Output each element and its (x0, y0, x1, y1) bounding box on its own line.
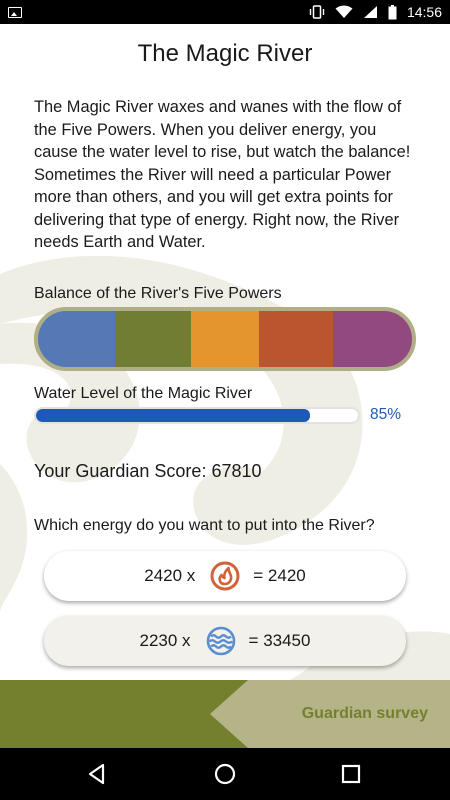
balance-label: Balance of the River's Five Powers (34, 285, 282, 302)
water-level-fill (36, 409, 310, 422)
home-icon[interactable] (212, 761, 238, 787)
guardian-score: Your Guardian Score: 67810 (34, 461, 262, 481)
signal-icon (363, 6, 377, 18)
balance-segment-fire (191, 311, 259, 367)
water-level-percent: 85% (370, 406, 402, 423)
clock: 14:56 (406, 4, 442, 20)
balance-segment-earth (258, 311, 334, 367)
guardian-survey-label: Guardian survey (301, 705, 428, 722)
navigation-bar (0, 748, 450, 800)
status-bar: 14:56 (0, 0, 450, 24)
footer-bar: Guardian survey (0, 680, 450, 748)
battery-icon (388, 4, 397, 19)
water-level-label: Water Level of the Magic River (34, 385, 253, 402)
balance-segment-wood (114, 311, 192, 367)
water-level-bar (34, 407, 360, 424)
energy-quantity: 2420 x (144, 566, 196, 585)
energy-result: = 33450 (248, 631, 311, 650)
energy-question: Which energy do you want to put into the… (34, 517, 375, 534)
energy-result: = 2420 (253, 566, 306, 585)
back-icon[interactable] (84, 761, 110, 787)
deliver-fire-energy-button[interactable]: 2420 x = 2420 (44, 551, 406, 601)
wifi-icon (335, 5, 353, 18)
guardian-survey-button[interactable]: Guardian survey (210, 680, 450, 748)
deliver-water-energy-button[interactable]: 2230 x = 33450 (44, 616, 406, 666)
water-energy-icon (206, 626, 235, 656)
vibrate-icon (309, 5, 325, 19)
main-content[interactable]: The Magic River The Magic River waxes an… (0, 24, 450, 680)
fire-energy-icon (210, 561, 240, 591)
recents-icon[interactable] (338, 761, 364, 787)
image-icon (8, 6, 22, 18)
balance-bar (34, 307, 416, 371)
energy-quantity: 2230 x (139, 631, 191, 650)
balance-segment-water (333, 311, 412, 367)
page-title: The Magic River (137, 40, 313, 67)
intro-paragraph: The Magic River waxes and wanes with the… (34, 98, 411, 251)
balance-segment-metal (38, 311, 115, 367)
